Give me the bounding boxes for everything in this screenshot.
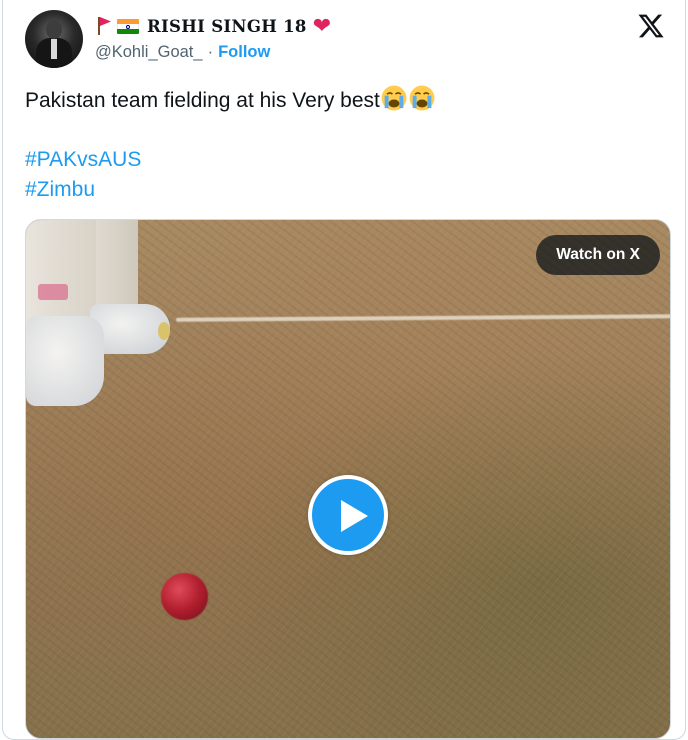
separator-dot: · (207, 43, 214, 61)
user-handle[interactable]: @Kohli_Goat_ (95, 43, 203, 62)
tweet-text: Pakistan team fielding at his Very best (25, 84, 665, 116)
play-button[interactable] (308, 475, 388, 555)
triangular-flag-icon (95, 16, 113, 36)
india-flag-icon (117, 18, 139, 34)
tweet-body: Pakistan team fielding at his Very best (25, 89, 380, 112)
display-name-row[interactable]: RISHI SINGH 18 ❤ (95, 14, 331, 38)
follow-button[interactable]: Follow (218, 43, 270, 62)
tweet-header: RISHI SINGH 18 ❤ @Kohli_Goat_ · Follow (25, 10, 665, 70)
video-media[interactable]: Watch on X (25, 219, 671, 739)
hashtag-link[interactable]: #Zimbu (25, 175, 141, 205)
play-icon (341, 500, 368, 532)
loudly-crying-face-icon (381, 85, 407, 111)
cricket-ball (161, 573, 208, 620)
tweet-card[interactable]: RISHI SINGH 18 ❤ @Kohli_Goat_ · Follow P… (2, 0, 686, 740)
hashtag-link[interactable]: #PAKvsAUS (25, 145, 141, 175)
watch-on-x-button[interactable]: Watch on X (536, 235, 660, 275)
player-leg (26, 220, 96, 330)
display-name[interactable]: RISHI SINGH 18 (147, 17, 307, 36)
handle-row: @Kohli_Goat_ · Follow (95, 43, 270, 62)
x-logo-icon[interactable] (637, 12, 665, 40)
avatar[interactable] (25, 10, 83, 68)
hashtag-list: #PAKvsAUS #Zimbu (25, 145, 141, 205)
heart-icon: ❤ (312, 13, 332, 38)
loudly-crying-face-icon (409, 85, 435, 111)
player-shoe (26, 316, 104, 406)
